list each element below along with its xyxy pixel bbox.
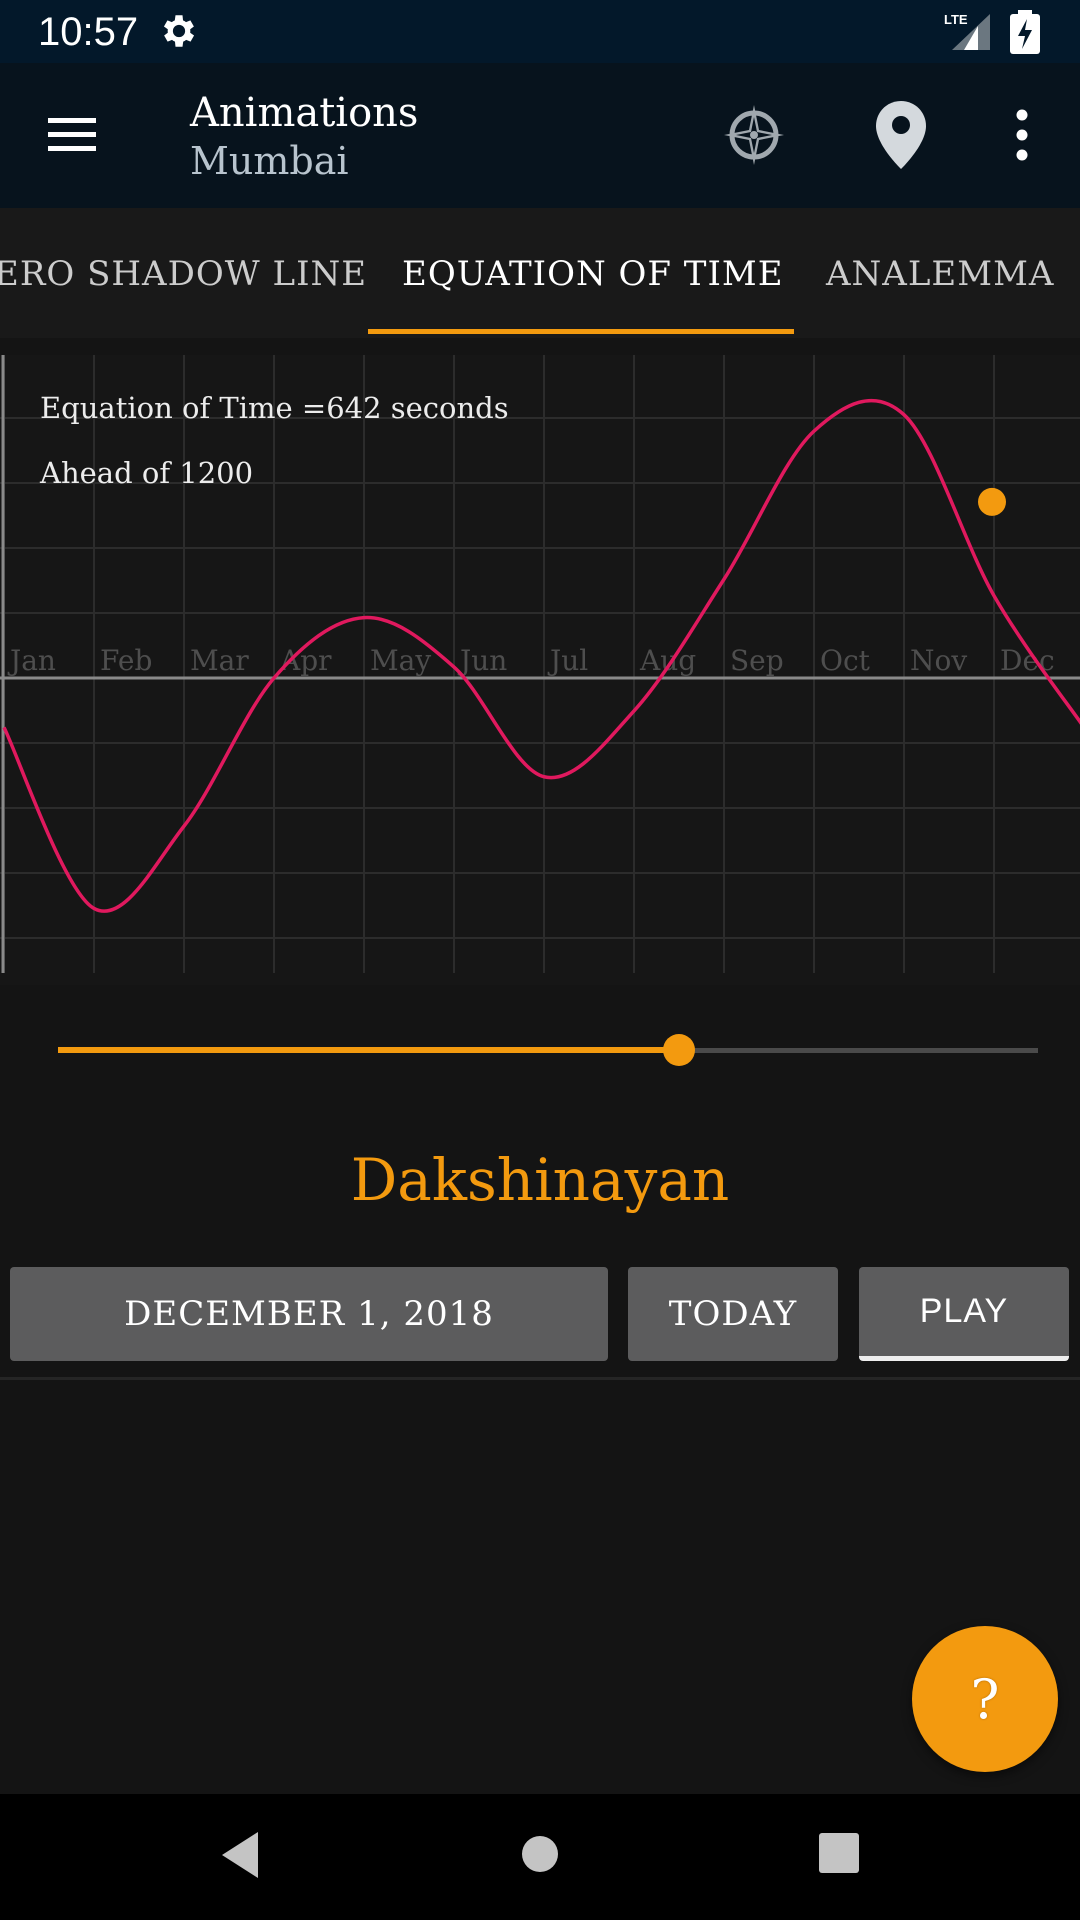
help-fab-button[interactable]: ?	[912, 1626, 1058, 1772]
back-icon[interactable]	[218, 1830, 262, 1880]
slider-thumb[interactable]	[663, 1034, 696, 1066]
battery-charging-icon	[1010, 10, 1040, 54]
equation-of-time-chart[interactable]: Jan Feb Mar Apr May Jun Jul Aug Sep Oct Nov Dec Equ…	[0, 355, 1080, 985]
cell-signal-icon: LTE	[944, 12, 990, 50]
eot-value-label: Equation of Time =642 seconds	[40, 391, 509, 425]
month-tick-label: Jan	[7, 644, 56, 677]
home-icon[interactable]	[518, 1832, 562, 1876]
chart-canvas: Jan Feb Mar Apr May Jun Jul Aug Sep Oct Nov Dec	[0, 355, 1080, 973]
month-tick-label: Jun	[457, 644, 507, 677]
month-tick-label: Nov	[910, 644, 967, 677]
status-bar: 10:57 LTE	[0, 0, 1080, 63]
date-slider[interactable]	[58, 1030, 1038, 1070]
network-type: LTE	[944, 12, 968, 27]
menu-icon[interactable]	[44, 112, 100, 158]
settings-gear-icon	[163, 15, 195, 47]
month-tick-label: Aug	[639, 644, 696, 677]
location-subtitle: Mumbai	[190, 139, 349, 183]
tab-zero-shadow-line[interactable]: ERO SHADOW LINE	[0, 252, 367, 296]
today-button[interactable]: TODAY	[628, 1267, 838, 1361]
date-picker-button[interactable]: DECEMBER 1, 2018	[10, 1267, 608, 1361]
system-nav-bar	[0, 1794, 1080, 1920]
month-tick-label: Feb	[100, 644, 152, 677]
active-tab-indicator	[368, 329, 794, 334]
month-tick-label: May	[370, 644, 431, 677]
month-tick-label: Oct	[820, 644, 871, 677]
month-tick-label: Jul	[547, 644, 588, 677]
month-tick-label: Mar	[190, 644, 249, 677]
current-date-marker	[978, 487, 1006, 516]
slider-progress	[58, 1047, 680, 1053]
recents-icon[interactable]	[818, 1832, 860, 1874]
help-question-icon: ?	[970, 1667, 1000, 1731]
location-pin-icon[interactable]	[873, 99, 929, 171]
app-bar: Animations Mumbai	[0, 63, 1080, 208]
month-tick-label: Apr	[279, 644, 332, 677]
status-time: 10:57	[38, 10, 139, 54]
month-tick-label: Sep	[730, 644, 784, 677]
app-title: Animations	[190, 90, 419, 136]
tab-equation-of-time[interactable]: EQUATION OF TIME	[402, 252, 784, 296]
divider	[0, 1377, 1080, 1380]
ahead-of-label: Ahead of 1200	[40, 456, 254, 490]
play-button[interactable]: PLAY	[859, 1267, 1069, 1361]
tab-analemma[interactable]: ANALEMMA	[826, 252, 1054, 296]
season-label: Dakshinayan	[350, 1146, 730, 1214]
more-vert-icon[interactable]	[1005, 103, 1039, 167]
tab-bar: ERO SHADOW LINE EQUATION OF TIME ANALEMM…	[0, 208, 1080, 338]
compass-icon[interactable]	[722, 103, 786, 167]
